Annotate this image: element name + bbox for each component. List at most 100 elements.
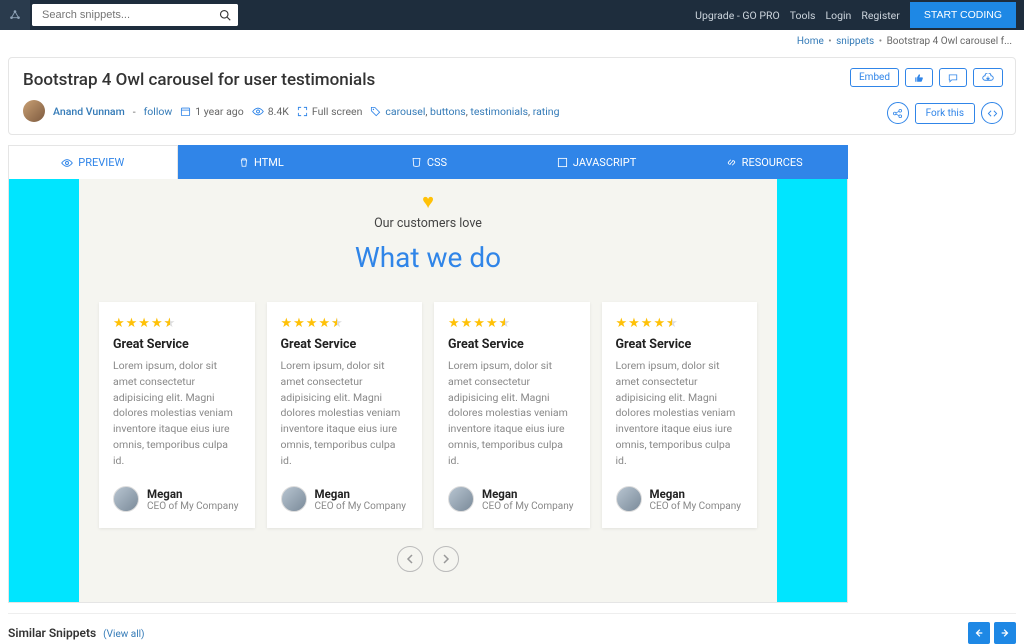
tab-label: PREVIEW: [78, 156, 124, 169]
person-avatar: [448, 486, 474, 512]
start-coding-button[interactable]: START CODING: [910, 2, 1016, 28]
fullscreen-label: Full screen: [312, 105, 363, 118]
js-icon: [557, 157, 568, 168]
card-footer: MeganCEO of My Company: [448, 486, 576, 512]
tags-list: carousel, buttons, testimonials, rating: [385, 105, 559, 118]
nav-login[interactable]: Login: [825, 9, 851, 22]
left-column: PREVIEW HTML CSS JAVASCRIPT RESOURCES ♥: [8, 145, 848, 603]
link-icon: [726, 157, 737, 168]
person-avatar: [113, 486, 139, 512]
chevron-right-icon: [442, 554, 450, 564]
person-name: Megan: [147, 487, 238, 501]
tag-icon: [370, 106, 381, 117]
tab-preview[interactable]: PREVIEW: [8, 145, 178, 179]
preview-content: ♥ Our customers love What we do ★★★★★Gre…: [79, 179, 777, 602]
author-avatar[interactable]: [23, 100, 45, 122]
person-role: CEO of My Company: [650, 501, 741, 512]
breadcrumb: Home • snippets • Bootstrap 4 Owl carous…: [0, 30, 1024, 53]
search-icon: [219, 9, 231, 21]
breadcrumb-sep: •: [879, 36, 882, 47]
search-input[interactable]: [32, 4, 212, 26]
card-title: Great Service: [113, 337, 241, 352]
css-icon: [411, 157, 422, 168]
search-button[interactable]: [212, 4, 238, 26]
download-button[interactable]: [973, 68, 1003, 87]
testimonial-cards: ★★★★★ Great Service Lorem ipsum, dolor sit…: [99, 302, 757, 528]
person-avatar: [616, 486, 642, 512]
comment-icon: [948, 73, 958, 83]
card-title: Great Service: [448, 337, 576, 352]
top-nav: Upgrade - GO PRO Tools Login Register ST…: [0, 0, 1024, 30]
tag-link[interactable]: rating: [533, 105, 560, 118]
breadcrumb-home[interactable]: Home: [797, 36, 824, 47]
nav-upgrade[interactable]: Upgrade - GO PRO: [695, 9, 780, 22]
nav-right: Upgrade - GO PRO Tools Login Register ST…: [695, 2, 1024, 28]
author-name[interactable]: Anand Vunnam: [53, 105, 125, 118]
meta-sep: -: [133, 105, 136, 118]
rating-stars: ★★★★★: [616, 316, 744, 331]
hero-title: What we do: [99, 241, 757, 274]
card-footer: MeganCEO of My Company: [281, 486, 409, 512]
rating-stars: ★★★★★: [448, 316, 576, 331]
carousel-nav: [99, 546, 757, 572]
follow-link[interactable]: follow: [144, 105, 173, 118]
person-role: CEO of My Company: [315, 501, 406, 512]
card-footer: MeganCEO of My Company: [113, 486, 241, 512]
tab-css[interactable]: CSS: [345, 145, 513, 179]
top-actions: Embed: [850, 68, 1003, 87]
heart-icon: ♥: [99, 189, 757, 214]
fork-button[interactable]: Fork this: [915, 103, 975, 124]
similar-next[interactable]: [994, 622, 1016, 644]
tab-js[interactable]: JAVASCRIPT: [513, 145, 681, 179]
like-button[interactable]: [905, 68, 933, 87]
bottom-actions: Fork this: [887, 102, 1003, 124]
card-body: Lorem ipsum, dolor sit amet consectetur …: [281, 358, 409, 468]
breadcrumb-sep: •: [828, 36, 831, 47]
card-body: Lorem ipsum, dolor sit amet consectetur …: [448, 358, 576, 468]
similar-title-text: Similar Snippets: [8, 626, 96, 640]
preview-area: ♥ Our customers love What we do ★★★★★Gre…: [8, 179, 848, 603]
site-logo[interactable]: [0, 0, 30, 30]
tag-link[interactable]: carousel: [385, 105, 425, 118]
meta-row: Anand Vunnam - follow 1 year ago 8.4K Fu…: [23, 100, 1001, 122]
person-role: CEO of My Company: [482, 501, 573, 512]
share-button[interactable]: [887, 102, 909, 124]
carousel-next[interactable]: [433, 546, 459, 572]
code-icon: [987, 108, 998, 119]
tag-link[interactable]: testimonials: [470, 105, 528, 118]
tab-label: RESOURCES: [742, 156, 803, 169]
tab-html[interactable]: HTML: [178, 145, 346, 179]
tag-link[interactable]: buttons: [430, 105, 466, 118]
share-icon: [892, 108, 903, 119]
breadcrumb-snippets[interactable]: snippets: [836, 36, 874, 47]
trash-icon: [239, 157, 249, 168]
eye-icon: [252, 106, 264, 117]
person-name: Megan: [650, 487, 741, 501]
embed-button[interactable]: Embed: [850, 68, 899, 87]
card-title: Great Service: [281, 337, 409, 352]
person-name: Megan: [482, 487, 573, 501]
comment-button[interactable]: [939, 68, 967, 87]
similar-prev[interactable]: [968, 622, 990, 644]
card-body: Lorem ipsum, dolor sit amet consectetur …: [113, 358, 241, 468]
carousel-prev[interactable]: [397, 546, 423, 572]
meta-time: 1 year ago: [180, 105, 243, 118]
breadcrumb-current: Bootstrap 4 Owl carousel f...: [887, 36, 1012, 47]
fullscreen-icon: [297, 106, 308, 117]
person-role: CEO of My Company: [147, 501, 238, 512]
view-all-link[interactable]: (View all): [103, 629, 144, 640]
tab-label: HTML: [254, 156, 284, 169]
tab-bar: PREVIEW HTML CSS JAVASCRIPT RESOURCES: [8, 145, 848, 179]
chevron-left-icon: [406, 554, 414, 564]
rating-stars: ★★★★★: [281, 316, 409, 331]
nav-tools[interactable]: Tools: [790, 9, 816, 22]
nav-register[interactable]: Register: [861, 9, 899, 22]
code-round-button[interactable]: [981, 102, 1003, 124]
tab-resources[interactable]: RESOURCES: [680, 145, 848, 179]
card-title: Great Service: [616, 337, 744, 352]
arrow-left-icon: [974, 628, 984, 638]
search-container: [32, 4, 238, 26]
snippet-header-panel: Bootstrap 4 Owl carousel for user testim…: [8, 57, 1016, 135]
meta-fullscreen[interactable]: Full screen: [297, 105, 363, 118]
testimonial-card: ★★★★★Great ServiceLorem ipsum, dolor sit…: [602, 302, 758, 528]
